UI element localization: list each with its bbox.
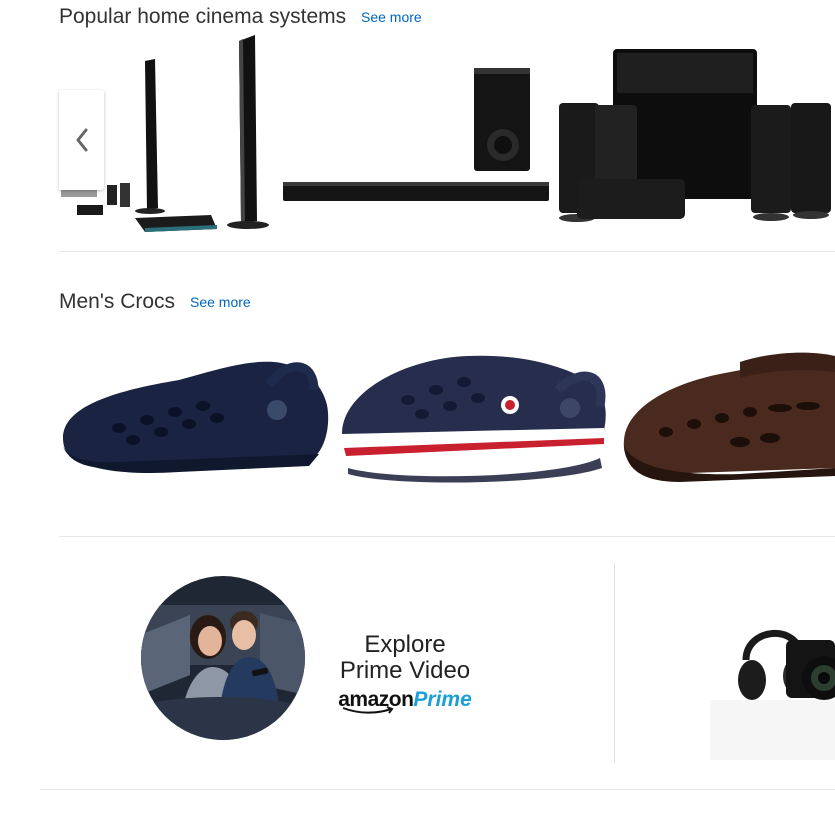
crocs-see-more-link[interactable]: See more [190,294,251,310]
product-image-brown-clog [623,352,835,482]
crocs-product-card-2[interactable] [338,350,610,485]
section-divider [59,536,835,537]
prime-video-couple-image [141,576,305,740]
promo-line-prime-video: Prime Video [339,657,471,684]
headphones-camera-image [710,629,835,760]
crocs-section-title: Men's Crocs [59,290,176,313]
product-image-soundbar [283,68,549,201]
electronics-promo[interactable] [700,600,835,760]
prime-video-promo-text[interactable]: Explore Prime Video amazonPrime [335,631,475,714]
crocs-product-card-1[interactable] [59,350,331,485]
cinema-product-card-3[interactable] [555,33,835,233]
promo-line-explore: Explore [364,631,446,658]
chevron-left-icon [76,128,87,152]
carousel-previous-button[interactable] [59,90,104,190]
product-image-navy-classic-clog [63,361,329,473]
footer-divider [40,789,835,790]
product-image-speaker-set [559,49,831,222]
cinema-section-title: Popular home cinema systems [59,5,347,28]
cinema-see-more-link[interactable]: See more [361,9,422,25]
promo-divider [614,563,615,763]
prime-video-promo[interactable] [140,575,306,741]
crocs-product-card-3[interactable] [620,350,835,485]
section-divider [59,251,835,252]
amazon-smile-icon [342,706,394,714]
product-image-crocband-clog [342,355,606,483]
cinema-product-card-2[interactable] [281,33,551,233]
prime-logo-text: Prime [413,688,472,711]
